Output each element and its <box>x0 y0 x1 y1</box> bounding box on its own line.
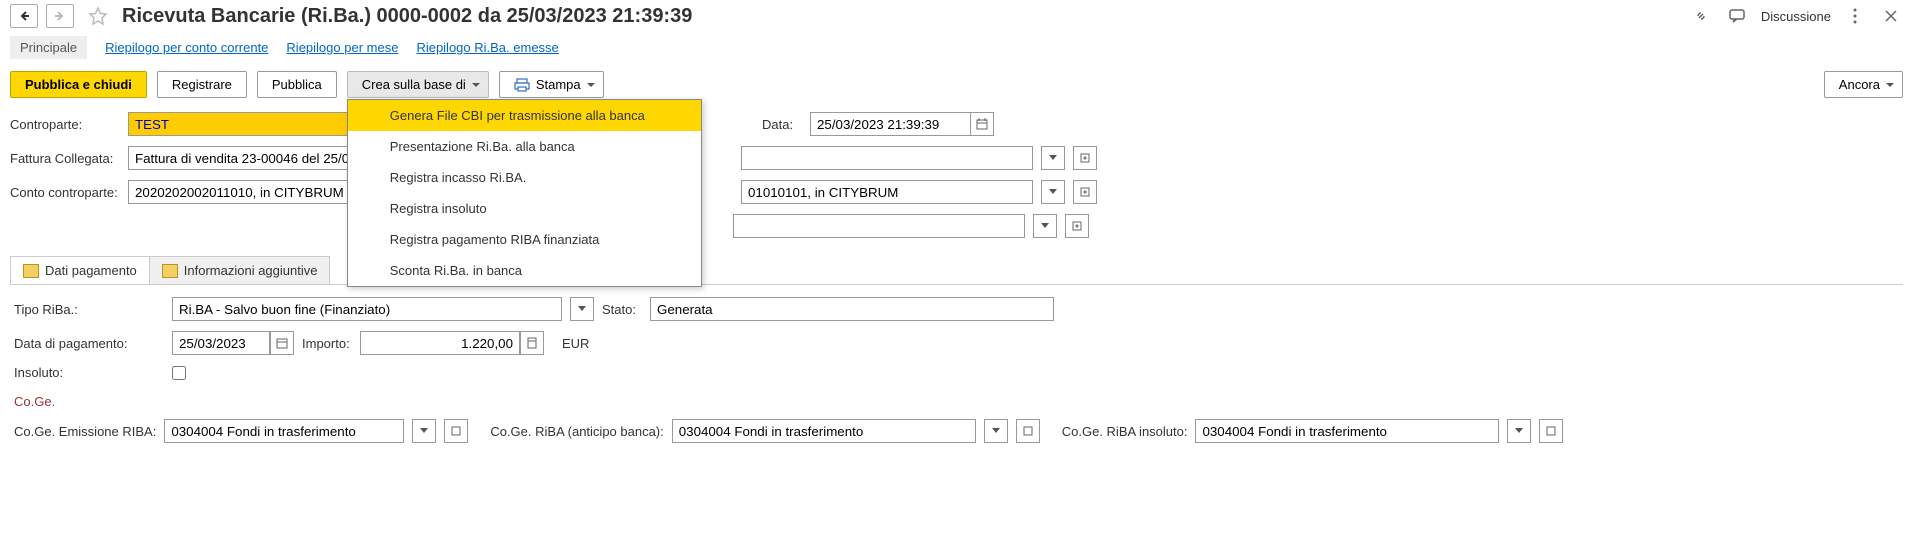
tab-riepilogo-mese[interactable]: Riepilogo per mese <box>286 36 398 59</box>
tipo-riba-dd[interactable] <box>570 297 594 321</box>
tipo-riba-label: Tipo RiBa.: <box>14 302 164 317</box>
subtab-info-aggiuntive[interactable]: Informazioni aggiuntive <box>149 256 331 284</box>
calculator-icon <box>527 337 537 349</box>
coge-insoluto-open[interactable] <box>1539 419 1563 443</box>
chevron-down-icon <box>578 306 586 312</box>
subtab-dati-label: Dati pagamento <box>45 263 137 278</box>
chevron-down-icon <box>1041 223 1049 229</box>
fattura-label: Fattura Collegata: <box>10 151 120 166</box>
dropdown-item-genera-cbi[interactable]: Genera File CBI per trasmissione alla ba… <box>348 100 701 131</box>
open-icon <box>1023 426 1033 436</box>
coge-riba-dd[interactable] <box>984 419 1008 443</box>
currency-label: EUR <box>562 336 589 351</box>
more-icon[interactable] <box>1843 4 1867 28</box>
importo-calc-button[interactable] <box>520 331 544 355</box>
open-icon <box>451 426 461 436</box>
chevron-down-icon <box>992 428 1000 434</box>
chevron-down-icon <box>1049 155 1057 161</box>
dropdown-item-presentazione[interactable]: Presentazione Ri.Ba. alla banca <box>348 131 701 162</box>
coge-emissione-input[interactable] <box>164 419 404 443</box>
folder-gear-icon <box>162 264 178 278</box>
open-icon <box>1080 187 1090 197</box>
nav-forward-button[interactable] <box>46 4 74 28</box>
data-calendar-button[interactable] <box>970 112 994 136</box>
calendar-icon <box>276 337 288 349</box>
printer-icon <box>514 78 530 92</box>
right-input-1[interactable] <box>741 146 1033 170</box>
open-icon <box>1546 426 1556 436</box>
stato-label: Stato: <box>602 302 642 317</box>
right-open-1[interactable] <box>1073 146 1097 170</box>
coge-riba-input[interactable] <box>672 419 976 443</box>
subtab-info-label: Informazioni aggiuntive <box>184 263 318 278</box>
chevron-down-icon <box>420 428 428 434</box>
tab-principale[interactable]: Principale <box>10 36 87 59</box>
insoluto-checkbox[interactable] <box>172 366 186 380</box>
insoluto-label: Insoluto: <box>14 365 164 380</box>
coge-section-header: Co.Ge. <box>14 394 1903 409</box>
folder-info-icon <box>23 264 39 278</box>
coge-riba-label: Co.Ge. RiBA (anticipo banca): <box>490 424 663 439</box>
arrow-left-icon <box>18 10 30 22</box>
stampa-label: Stampa <box>536 77 581 92</box>
favorite-star-icon[interactable] <box>86 4 110 28</box>
dropdown-item-registra-incasso[interactable]: Registra incasso Ri.BA. <box>348 162 701 193</box>
coge-insoluto-dd[interactable] <box>1507 419 1531 443</box>
tab-riepilogo-conto[interactable]: Riepilogo per conto corrente <box>105 36 268 59</box>
right-input-2[interactable] <box>741 180 1033 204</box>
tipo-riba-input[interactable] <box>172 297 562 321</box>
coge-insoluto-input[interactable] <box>1195 419 1499 443</box>
dropdown-item-registra-insoluto[interactable]: Registra insoluto <box>348 193 701 224</box>
right-dd-1[interactable] <box>1041 146 1065 170</box>
coge-emissione-dd[interactable] <box>412 419 436 443</box>
data-input[interactable] <box>810 112 970 136</box>
chevron-down-icon <box>1049 189 1057 195</box>
conto-controparte-label: Conto controparte: <box>10 185 120 200</box>
page-title: Ricevuta Bancarie (Ri.Ba.) 0000-0002 da … <box>122 5 1681 28</box>
importo-label: Importo: <box>302 336 352 351</box>
pubblica-chiudi-button[interactable]: Pubblica e chiudi <box>10 71 147 98</box>
data-label: Data: <box>762 117 802 132</box>
right-open-2[interactable] <box>1073 180 1097 204</box>
right-dd-2[interactable] <box>1041 180 1065 204</box>
chat-icon[interactable] <box>1725 4 1749 28</box>
data-pagamento-label: Data di pagamento: <box>14 336 164 351</box>
close-icon[interactable] <box>1879 4 1903 28</box>
dropdown-item-sconta[interactable]: Sconta Ri.Ba. in banca <box>348 255 701 286</box>
data-pagamento-calendar[interactable] <box>270 331 294 355</box>
coge-riba-open[interactable] <box>1016 419 1040 443</box>
open-icon <box>1072 221 1082 231</box>
nav-back-button[interactable] <box>10 4 38 28</box>
fattura-input[interactable] <box>128 146 368 170</box>
dropdown-item-registra-pagamento[interactable]: Registra pagamento RIBA finanziata <box>348 224 701 255</box>
coge-insoluto-label: Co.Ge. RiBA insoluto: <box>1062 424 1188 439</box>
coge-emissione-open[interactable] <box>444 419 468 443</box>
discussione-label[interactable]: Discussione <box>1761 9 1831 24</box>
data-pagamento-input[interactable] <box>172 331 270 355</box>
coge-emissione-label: Co.Ge. Emissione RIBA: <box>14 424 156 439</box>
registrare-button[interactable]: Registrare <box>157 71 247 98</box>
link-icon[interactable] <box>1689 4 1713 28</box>
crea-sulla-base-button[interactable]: Crea sulla base di <box>347 71 489 98</box>
arrow-right-icon <box>54 10 66 22</box>
stato-input[interactable] <box>650 297 1054 321</box>
controparte-label: Controparte: <box>10 117 120 132</box>
right-dd-3[interactable] <box>1033 214 1057 238</box>
open-icon <box>1080 153 1090 163</box>
importo-input[interactable] <box>360 331 520 355</box>
right-input-3[interactable] <box>733 214 1025 238</box>
right-open-3[interactable] <box>1065 214 1089 238</box>
chevron-down-icon <box>1515 428 1523 434</box>
tab-riepilogo-riba[interactable]: Riepilogo Ri.Ba. emesse <box>416 36 558 59</box>
calendar-icon <box>976 118 988 130</box>
stampa-button[interactable]: Stampa <box>499 71 604 98</box>
ancora-button[interactable]: Ancora <box>1824 71 1903 98</box>
conto-controparte-input[interactable] <box>128 180 368 204</box>
crea-sulla-dropdown-menu: Genera File CBI per trasmissione alla ba… <box>347 99 702 287</box>
subtab-dati-pagamento[interactable]: Dati pagamento <box>10 256 150 284</box>
pubblica-button[interactable]: Pubblica <box>257 71 337 98</box>
